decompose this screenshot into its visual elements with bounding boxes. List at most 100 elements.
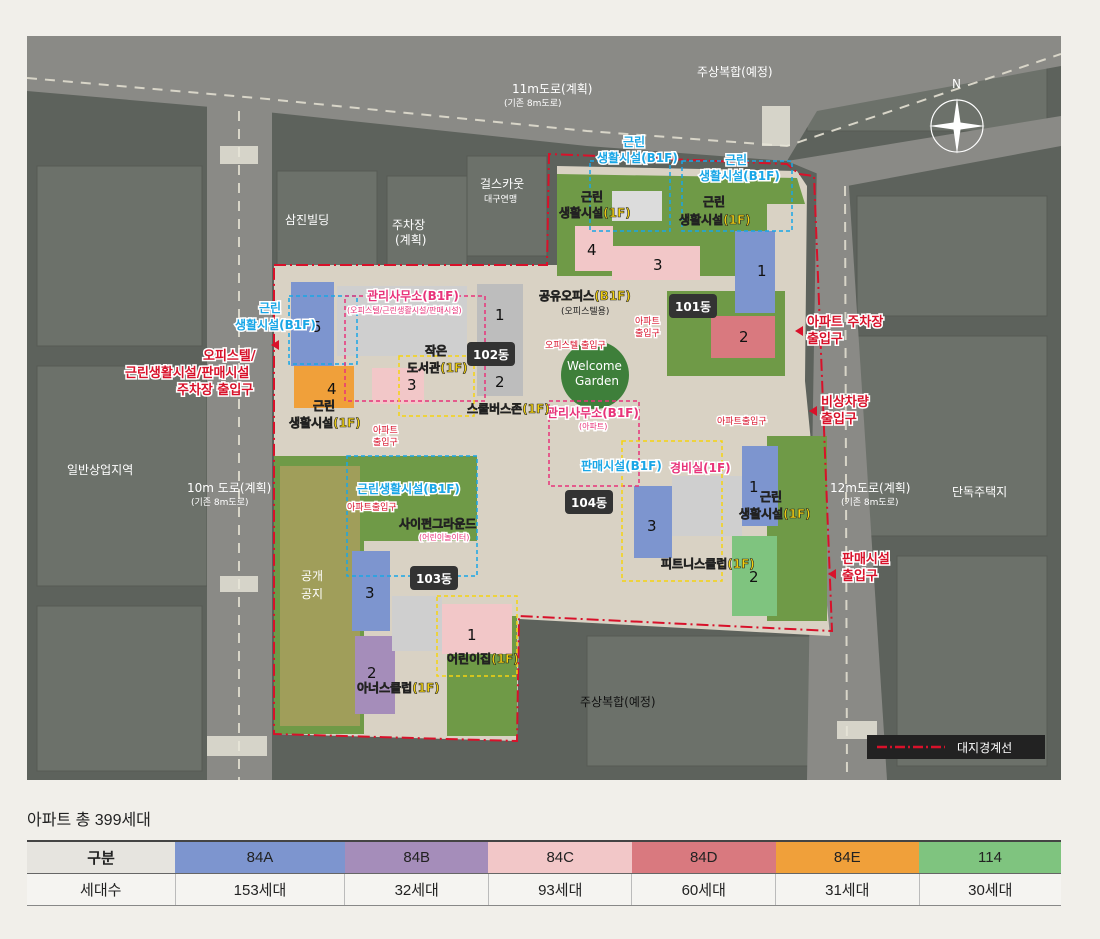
row-label-cell: 세대수 xyxy=(27,873,175,906)
type-84E-count: 31세대 xyxy=(775,873,920,906)
nc-b1f-west-2: 생활시설(B1F) xyxy=(235,317,316,332)
shared-office: 공유오피스(B1F) xyxy=(539,288,631,303)
nc-1f-a-1: 근린 xyxy=(581,189,603,204)
table-header-row: 구분 84A 84B 84C 84D 84E 114 xyxy=(27,840,1061,874)
emergency-entrance-1: 비상차량 xyxy=(821,394,869,410)
west-entrance-label-3: 주차장 출입구 xyxy=(177,382,253,398)
compass-north-label: N xyxy=(952,77,961,91)
road-west-note: (기존 8m도로) xyxy=(191,497,249,508)
mgmt-office-b1f-sub: (오피스텔/근린생활시설/판매시설) xyxy=(347,305,462,315)
parking-lot-label-1: 주차장 xyxy=(392,218,425,232)
west-entrance-label-2: 근린생활시설/판매시설 xyxy=(125,365,249,381)
unit-number: 1 xyxy=(749,478,759,496)
mgmt-office-b1f: 관리사무소(B1F) xyxy=(367,288,459,303)
unit-number: 4 xyxy=(587,241,597,259)
nc-b1f-north-1: 근린 xyxy=(623,134,645,149)
unit-number: 2 xyxy=(739,328,749,346)
building-103-label: 103동 xyxy=(416,572,452,586)
nc-1f-b-2: 생활시설(1F) xyxy=(679,212,751,227)
header-label-cell: 구분 xyxy=(27,840,175,874)
nc-1f-west-2: 생활시설(1F) xyxy=(289,415,361,430)
apartment-total-title: 아파트 총 399세대 xyxy=(27,812,151,829)
detached-housing-label: 단독주택지 xyxy=(952,485,1007,499)
type-84B-count: 32세대 xyxy=(344,873,489,906)
nc-1f-b-1: 근린 xyxy=(703,194,725,209)
nc-1f-west-1: 근린 xyxy=(313,398,335,413)
building-101-label: 101동 xyxy=(675,300,711,314)
mgmt-office-1f: 관리사무소(B1F) xyxy=(547,405,639,420)
type-84B-header: 84B xyxy=(344,840,489,874)
sales-facility-b1f: 판매시설(B1F) xyxy=(581,458,662,473)
playground-sub: (어린이놀이터) xyxy=(419,532,469,542)
apt-entrance-east: 아파트출입구 xyxy=(717,415,767,427)
nc-1f-east-2: 생활시설(1F) xyxy=(739,506,811,521)
type-84D-count: 60세대 xyxy=(631,873,776,906)
type-84C-count: 93세대 xyxy=(487,873,632,906)
nc-b1f-west-1: 근린 xyxy=(259,300,281,315)
road-east-note: (기존 8m도로) xyxy=(841,497,899,508)
guard-room: 경비실(1F) xyxy=(670,460,731,475)
unit-number: 3 xyxy=(407,376,417,394)
east-parking-entrance-1: 아파트 주차장 xyxy=(807,314,883,330)
apt-entrance-west-1: 아파트 xyxy=(373,425,398,436)
sales-entrance-1: 판매시설 xyxy=(842,551,890,567)
apt-entrance-north-1: 아파트 xyxy=(635,316,660,327)
public-open-space-label-2: 공지 xyxy=(301,587,323,601)
emergency-entrance-2: 출입구 xyxy=(821,411,857,427)
public-open-space-label-1: 공개 xyxy=(301,569,323,583)
building-core xyxy=(392,596,442,651)
parking-lot-label-2: (계획) xyxy=(395,233,426,247)
girl-scout-label-2: 대구연맹 xyxy=(484,194,517,205)
road-north-note: (기존 8m도로) xyxy=(504,98,562,109)
nc-1f-a-2: 생활시설(1F) xyxy=(559,205,631,220)
road-north-name: 11m도로(계획) xyxy=(512,82,592,96)
road-west-name: 10m 도로(계획) xyxy=(187,481,271,495)
unit-number: 1 xyxy=(467,626,477,644)
unit-number: 2 xyxy=(367,664,377,682)
mgmt-office-1f-sub: (아파트) xyxy=(579,421,607,431)
sales-entrance-2: 출입구 xyxy=(842,568,878,584)
unit-number: 4 xyxy=(327,380,337,398)
map-legend: 대지경계선 xyxy=(867,735,1045,759)
unit-number: 3 xyxy=(365,584,375,602)
building-104-label: 104동 xyxy=(571,496,607,510)
unit-block-84A xyxy=(735,231,775,313)
senior-club: 아너스클럽(1F) xyxy=(357,680,440,695)
nc-b1f-center: 근린생활시설(B1F) xyxy=(357,481,460,496)
welcome-garden-label-2: Garden xyxy=(575,374,619,388)
commercial-area-label: 일반상업지역 xyxy=(67,463,133,477)
type-84D-header: 84D xyxy=(631,840,776,874)
small-library-2: 도서관(1F) xyxy=(407,360,468,375)
mixed-use-south-label: 주상복합(예정) xyxy=(580,695,656,709)
girl-scout-label-1: 걸스카웃 xyxy=(480,177,524,191)
samjin-building-label: 삼진빌딩 xyxy=(285,213,329,227)
building-102-label: 102동 xyxy=(473,348,509,362)
apt-entrance-west-2: 출입구 xyxy=(373,436,398,448)
unit-type-table: 구분 84A 84B 84C 84D 84E 114 세대수 153세대 32세… xyxy=(27,840,1061,906)
legend-boundary-label: 대지경계선 xyxy=(957,741,1012,755)
mixed-use-north-label: 주상복합(예정) xyxy=(697,65,773,79)
unit-block-84C xyxy=(442,604,512,654)
type-114-count: 30세대 xyxy=(918,873,1061,906)
nc-b1f-ne-1: 근린 xyxy=(725,152,747,167)
nc-b1f-north-2: 생활시설(B1F) xyxy=(597,150,678,165)
daycare: 어린이집(1F) xyxy=(447,651,519,666)
type-84C-header: 84C xyxy=(488,840,632,874)
apt-entrance-center: 아파트출입구 xyxy=(347,501,397,513)
type-84E-header: 84E xyxy=(775,840,920,874)
fitness-club: 피트니스클럽(1F) xyxy=(661,556,755,571)
school-bus-zone: 스쿨버스존(1F) xyxy=(467,401,550,416)
site-plan-map: N 11m도로(계획) (기존 8m도로) 10m 도로(계획) (기존 8m도… xyxy=(27,36,1061,780)
unit-number: 1 xyxy=(495,306,505,324)
unit-number: 2 xyxy=(495,373,505,391)
small-library-1: 작은 xyxy=(425,343,447,358)
nc-b1f-ne-2: 생활시설(B1F) xyxy=(699,168,780,183)
nc-1f-east-1: 근린 xyxy=(760,489,782,504)
shared-office-sub: (오피스텔용) xyxy=(561,305,609,317)
unit-number: 1 xyxy=(757,262,767,280)
unit-number: 3 xyxy=(653,256,663,274)
east-parking-entrance-2: 출입구 xyxy=(807,331,843,347)
unit-number: 3 xyxy=(647,517,657,535)
officetel-entrance: 오피스텔 출입구 xyxy=(545,339,606,351)
building-core xyxy=(672,476,742,536)
